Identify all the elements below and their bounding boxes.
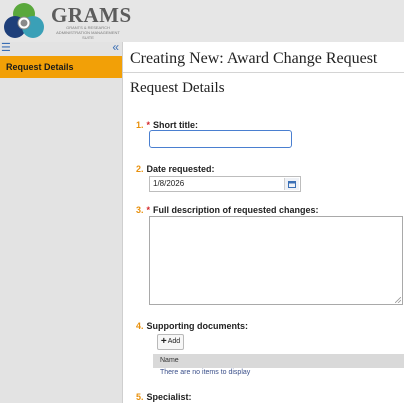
documents-empty-message: There are no items to display (160, 369, 251, 376)
question-3-label: 3. * Full description of requested changes… (136, 205, 319, 215)
question-5-label: 5. Specialist: (136, 392, 192, 402)
date-requested-input[interactable]: 1/8/2026 (149, 176, 301, 192)
description-textarea[interactable] (149, 216, 403, 305)
brand-subtitle: GRANTS & RESEARCH ADMINISTRATION MANAGEM… (56, 25, 120, 40)
date-value: 1/8/2026 (153, 179, 185, 188)
add-label: Add (167, 338, 181, 345)
main-content: Creating New: Award Change Request Reque… (123, 42, 404, 403)
required-marker: * (146, 205, 151, 215)
sidebar-item-label: Request Details (6, 62, 74, 72)
add-document-button[interactable]: +Add (157, 334, 184, 350)
title-divider (123, 72, 404, 73)
sidebar-toolbar: ☰ « (0, 41, 122, 55)
double-chevron-left-icon[interactable]: « (112, 41, 119, 53)
grams-logo-icon (4, 3, 44, 38)
sidebar-item-request-details[interactable]: Request Details (0, 56, 122, 78)
app-header: GRAMS GRANTS & RESEARCH ADMINISTRATION M… (0, 0, 404, 42)
question-text: Date requested: (146, 164, 215, 174)
question-text: Short title: (153, 120, 199, 130)
short-title-input[interactable] (149, 130, 292, 148)
question-number: 3. (136, 205, 144, 215)
question-1-label: 1. * Short title: (136, 120, 198, 130)
column-header-name[interactable]: Name (160, 357, 179, 364)
sidebar: ☰ « Request Details (0, 41, 123, 403)
hamburger-icon[interactable]: ☰ (1, 42, 11, 54)
question-text: Full description of requested changes: (153, 205, 319, 215)
documents-grid-header: Name (153, 354, 404, 368)
question-text: Supporting documents: (146, 321, 249, 331)
question-text: Specialist: (146, 392, 192, 402)
question-2-label: 2. Date requested: (136, 164, 215, 174)
page-title: Creating New: Award Change Request (130, 50, 378, 67)
required-marker: * (146, 120, 151, 130)
question-number: 4. (136, 321, 144, 331)
question-number: 5. (136, 392, 144, 402)
calendar-button[interactable] (284, 178, 299, 190)
resize-handle-icon[interactable] (395, 297, 401, 303)
question-number: 1. (136, 120, 144, 130)
question-4-label: 4. Supporting documents: (136, 321, 248, 331)
section-title: Request Details (130, 80, 225, 96)
question-number: 2. (136, 164, 144, 174)
plus-icon: + (160, 336, 167, 347)
calendar-icon (288, 181, 296, 188)
